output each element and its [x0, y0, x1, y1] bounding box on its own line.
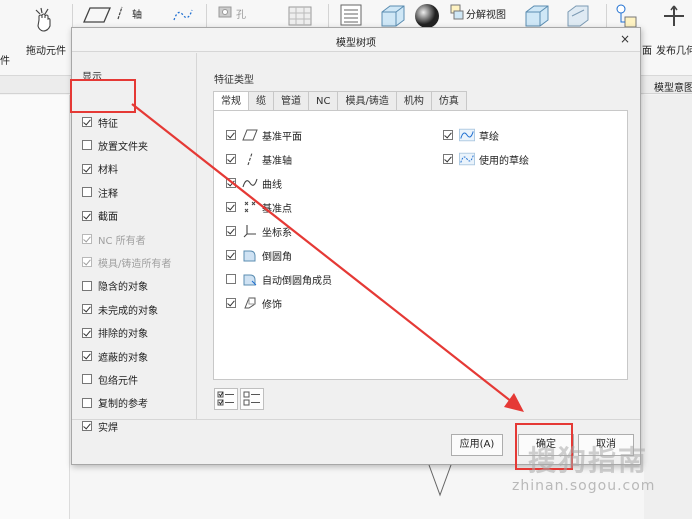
watermark-url: zhinan.sogou.com — [512, 478, 656, 494]
watermark-logo-text: 搜狗指南 — [528, 444, 649, 477]
